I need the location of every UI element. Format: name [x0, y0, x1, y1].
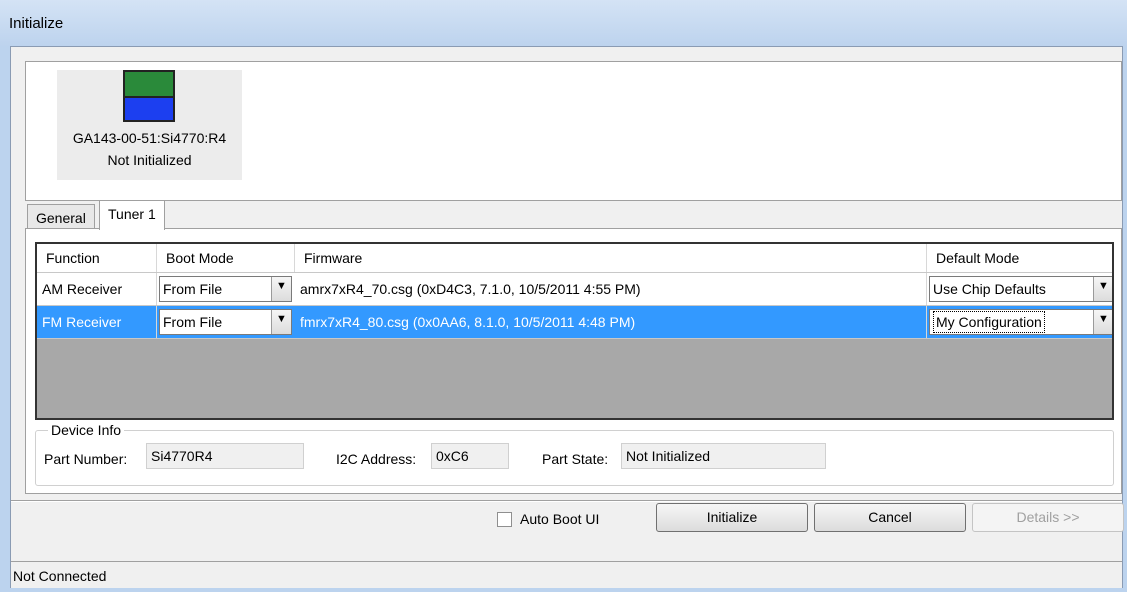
column-header-firmware[interactable]: Firmware — [295, 244, 927, 272]
part-state-label: Part State: — [542, 451, 609, 467]
chevron-down-icon[interactable]: ▼ — [1093, 277, 1112, 301]
device-name: GA143-00-51:Si4770:R4 — [72, 130, 227, 146]
chip-icon — [123, 70, 175, 122]
part-number-field: Si4770R4 — [146, 443, 304, 469]
table-row[interactable]: FM Receiver From File ▼ fmrx7xR4_80.csg … — [37, 306, 1112, 339]
tab-tuner-1[interactable]: Tuner 1 — [99, 200, 165, 230]
device-panel: GA143-00-51:Si4770:R4 Not Initialized — [25, 61, 1122, 201]
default-mode-value: My Configuration — [933, 311, 1045, 333]
column-header-default-mode[interactable]: Default Mode — [927, 244, 1112, 272]
title-bar[interactable]: Initialize — [0, 0, 1127, 46]
default-mode-select[interactable]: Use Chip Defaults ▼ — [929, 276, 1112, 302]
device-status: Not Initialized — [107, 152, 192, 168]
dialog-client: GA143-00-51:Si4770:R4 Not Initialized Ge… — [10, 46, 1124, 588]
default-mode-select[interactable]: My Configuration ▼ — [929, 309, 1112, 335]
chevron-down-icon[interactable]: ▼ — [271, 277, 291, 301]
column-header-function[interactable]: Function — [37, 244, 157, 272]
boot-mode-value: From File — [163, 281, 223, 297]
details-button[interactable]: Details >> — [972, 503, 1124, 532]
device-info-legend: Device Info — [48, 422, 125, 438]
device-tile[interactable]: GA143-00-51:Si4770:R4 Not Initialized — [57, 70, 242, 180]
auto-boot-label[interactable]: Auto Boot UI — [520, 511, 599, 527]
i2c-address-field: 0xC6 — [431, 443, 509, 469]
tuner-tab-page: Function Boot Mode Firmware Default Mode… — [25, 228, 1122, 494]
part-number-label: Part Number: — [44, 451, 128, 467]
boot-mode-select[interactable]: From File ▼ — [159, 309, 292, 335]
device-info-group: Device Info Part Number: Si4770R4 I2C Ad… — [35, 422, 1114, 486]
tab-general[interactable]: General — [27, 204, 95, 230]
window-title: Initialize — [9, 15, 64, 32]
auto-boot-checkbox[interactable] — [497, 512, 512, 527]
status-text: Not Connected — [13, 568, 107, 584]
boot-mode-value: From File — [163, 314, 223, 330]
firmware-cell[interactable]: amrx7xR4_70.csg (0xD4C3, 7.1.0, 10/5/201… — [295, 273, 927, 305]
chevron-down-icon[interactable]: ▼ — [1093, 310, 1112, 334]
part-state-field: Not Initialized — [621, 443, 826, 469]
status-bar: Not Connected — [11, 561, 1122, 588]
firmware-grid: Function Boot Mode Firmware Default Mode… — [35, 242, 1114, 420]
function-cell: FM Receiver — [37, 306, 157, 338]
initialize-button[interactable]: Initialize — [656, 503, 808, 532]
default-mode-value: Use Chip Defaults — [933, 281, 1046, 297]
separator-highlight — [11, 501, 1122, 502]
initialize-window: Initialize GA143-00-51:Si4770:R4 Not Ini… — [0, 0, 1127, 592]
chevron-down-icon[interactable]: ▼ — [271, 310, 291, 334]
boot-mode-select[interactable]: From File ▼ — [159, 276, 292, 302]
cancel-button[interactable]: Cancel — [814, 503, 966, 532]
grid-header: Function Boot Mode Firmware Default Mode — [37, 244, 1112, 273]
table-row[interactable]: AM Receiver From File ▼ amrx7xR4_70.csg … — [37, 273, 1112, 306]
column-header-boot-mode[interactable]: Boot Mode — [157, 244, 295, 272]
i2c-address-label: I2C Address: — [336, 451, 417, 467]
function-cell: AM Receiver — [37, 273, 157, 305]
firmware-cell[interactable]: fmrx7xR4_80.csg (0x0AA6, 8.1.0, 10/5/201… — [295, 306, 927, 338]
